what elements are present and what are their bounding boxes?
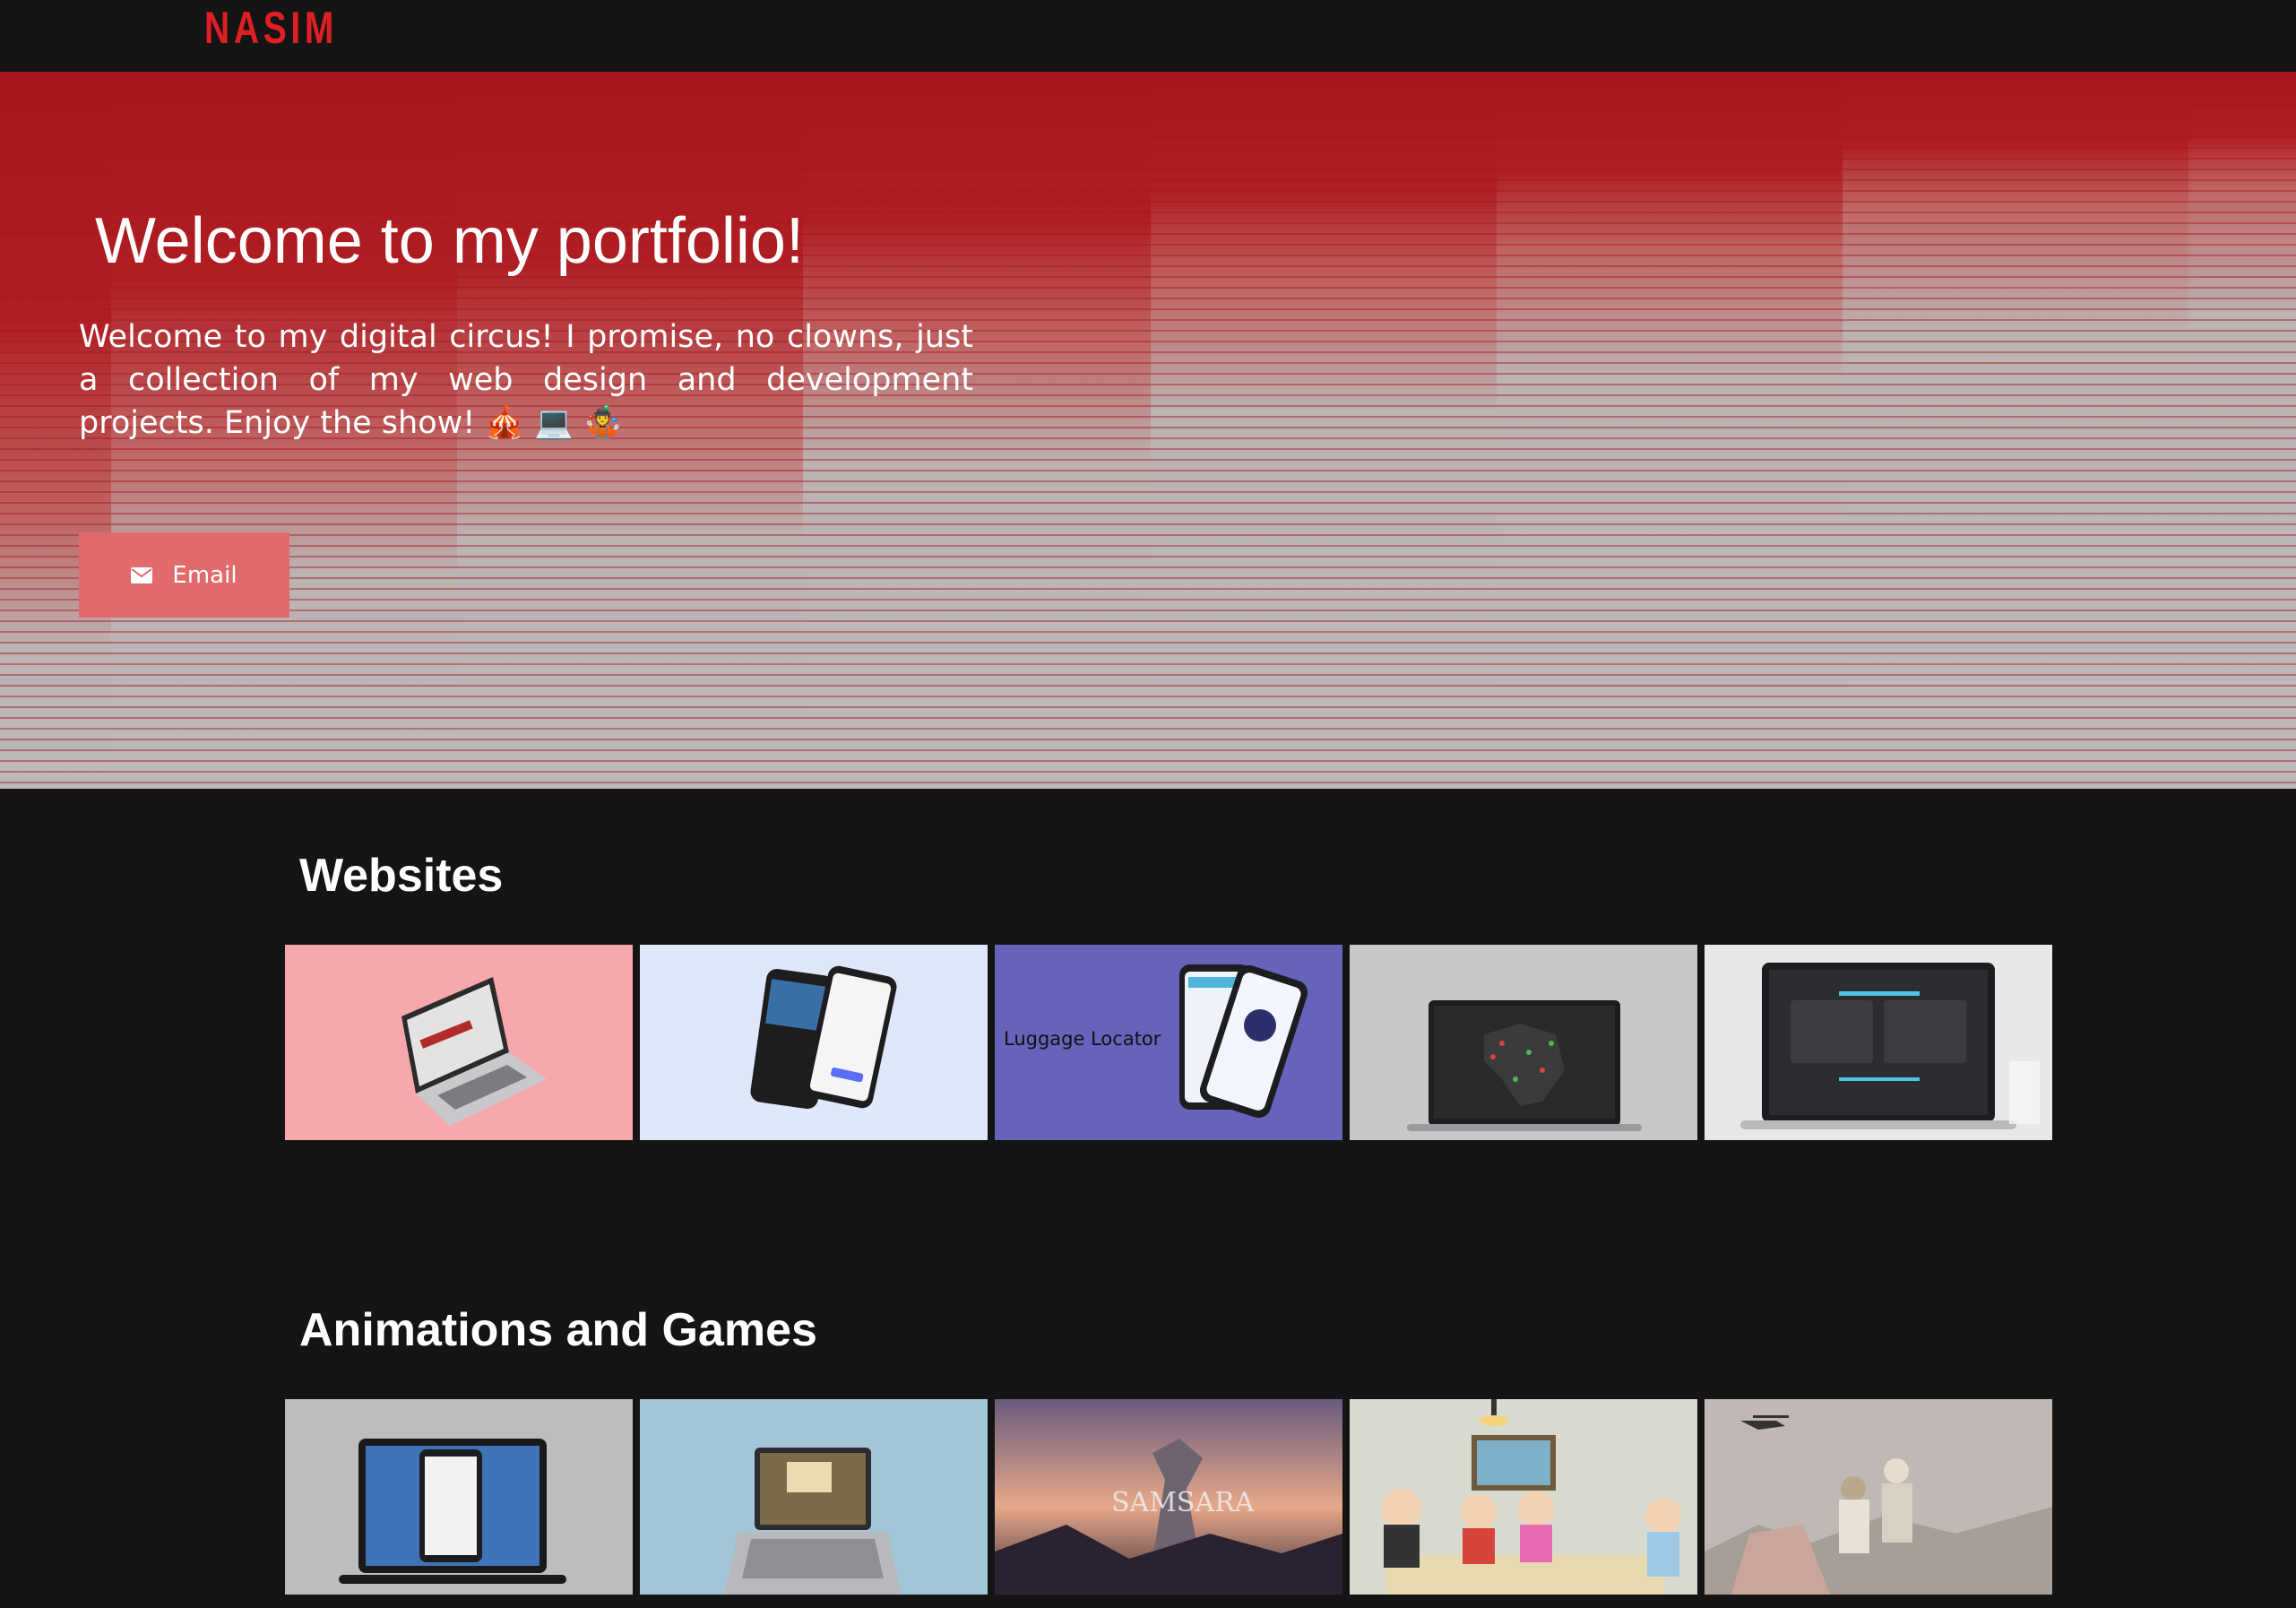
- samsara-caption: SAMSARA: [1111, 1487, 1255, 1518]
- luggage-locator-caption: Luggage Locator: [1004, 1028, 1161, 1050]
- email-button-label: Email: [172, 561, 237, 589]
- envelope-icon: [131, 566, 153, 584]
- game-card-1[interactable]: [285, 1399, 633, 1595]
- game-card-2[interactable]: [640, 1399, 988, 1595]
- websites-section-title: Websites: [299, 850, 504, 902]
- brand-logo[interactable]: NASIM: [204, 2, 338, 54]
- email-button[interactable]: Email: [79, 532, 289, 618]
- website-card-4[interactable]: [1350, 945, 1697, 1140]
- website-card-3[interactable]: Luggage Locator: [995, 945, 1342, 1140]
- hero-section: Welcome to my portfolio! Welcome to my d…: [0, 72, 2296, 789]
- animations-row: SAMSARA: [285, 1399, 2052, 1595]
- website-card-2[interactable]: [640, 945, 988, 1140]
- game-card-5[interactable]: [1705, 1399, 2052, 1595]
- hero-intro-text: Welcome to my digital circus! I promise,…: [79, 319, 973, 441]
- website-card-5[interactable]: [1705, 945, 2052, 1140]
- hero-title: Welcome to my portfolio!: [95, 205, 804, 277]
- game-card-3[interactable]: SAMSARA: [995, 1399, 1342, 1595]
- game-card-4[interactable]: [1350, 1399, 1697, 1595]
- websites-row: Luggage Locator: [285, 945, 2052, 1140]
- top-nav: NASIM: [0, 0, 2296, 72]
- website-card-1[interactable]: [285, 945, 633, 1140]
- animations-section-title: Animations and Games: [299, 1304, 817, 1356]
